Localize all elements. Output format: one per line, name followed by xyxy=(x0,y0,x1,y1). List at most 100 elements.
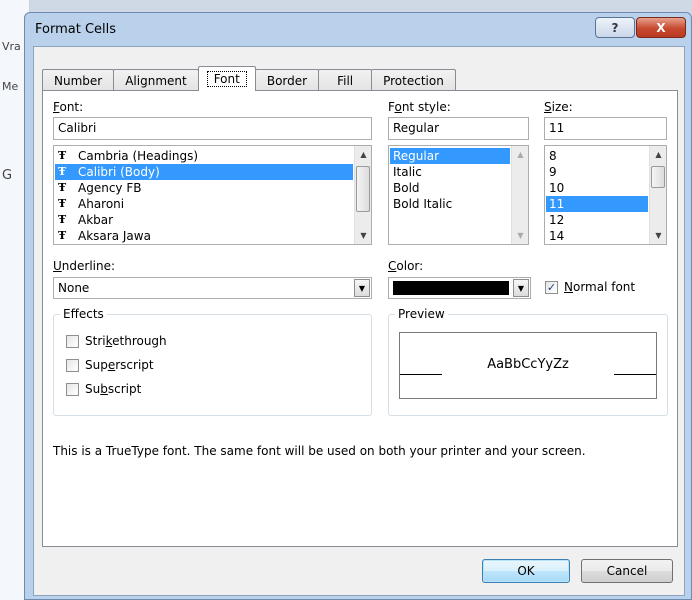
preview-baseline-left xyxy=(400,374,442,375)
tab-fill[interactable]: Fill xyxy=(318,69,373,91)
list-item-label: 11 xyxy=(549,197,565,211)
checkbox-icon[interactable] xyxy=(66,358,79,372)
underline-label: Underline: xyxy=(53,259,116,273)
underline-select[interactable]: None ▼ xyxy=(53,277,372,299)
truetype-icon: Ŧ xyxy=(58,181,67,194)
list-item-label: Calibri (Body) xyxy=(78,165,160,179)
tab-protection[interactable]: Protection xyxy=(371,69,456,91)
dialog-title: Format Cells xyxy=(35,22,117,37)
tab-alignment[interactable]: Alignment xyxy=(113,69,199,91)
size-label: Size: xyxy=(544,100,573,114)
checkbox-icon[interactable] xyxy=(66,382,79,396)
list-item[interactable]: Italic xyxy=(390,164,510,180)
tab-border[interactable]: Border xyxy=(254,69,320,91)
scroll-thumb[interactable] xyxy=(651,166,665,188)
font-tab-panel: Font: Calibri Ŧ Cambria (Headings) Ŧ Calibr… xyxy=(42,90,678,547)
font-style-scrollbar[interactable]: ▲ ▼ xyxy=(511,146,528,244)
list-item[interactable]: Regular xyxy=(390,148,510,164)
list-item[interactable]: 8 xyxy=(546,148,648,164)
list-item[interactable]: Ŧ Agency FB xyxy=(55,180,353,196)
font-label: Font: xyxy=(53,100,84,114)
tab-label: Font xyxy=(206,71,247,87)
subscript-checkbox[interactable]: Subscript xyxy=(66,382,141,396)
superscript-label: Superscript xyxy=(85,358,154,372)
checkbox-icon[interactable] xyxy=(66,334,79,348)
list-item[interactable]: Ŧ Aksara Jawa xyxy=(55,228,353,244)
chevron-down-icon[interactable]: ▼ xyxy=(354,279,370,297)
help-button[interactable]: ? xyxy=(595,17,635,38)
scroll-up-icon[interactable]: ▲ xyxy=(355,146,371,163)
color-label: Color: xyxy=(388,259,424,273)
list-item-label: 14 xyxy=(549,229,565,243)
cancel-button[interactable]: Cancel xyxy=(581,559,673,583)
effects-title: Effects xyxy=(60,307,107,321)
ok-button[interactable]: OK xyxy=(482,559,570,583)
scroll-up-icon[interactable]: ▲ xyxy=(650,146,666,163)
list-item-label: Akbar xyxy=(78,213,114,227)
preview-box: AaBbCcYyZz xyxy=(399,332,657,399)
tab-label: Border xyxy=(266,73,308,88)
background-fragment: Vra xyxy=(2,40,21,53)
list-item[interactable]: 9 xyxy=(546,164,648,180)
background-fragment: Me xyxy=(2,80,19,93)
scroll-up-icon[interactable]: ▲ xyxy=(512,146,528,163)
list-item[interactable]: 12 xyxy=(546,212,648,228)
tab-label: Protection xyxy=(383,73,444,88)
list-item[interactable]: Ŧ Aharoni xyxy=(55,196,353,212)
scroll-thumb[interactable] xyxy=(356,166,370,212)
scroll-down-icon[interactable]: ▼ xyxy=(355,227,371,244)
list-item[interactable]: Ŧ Akbar xyxy=(55,212,353,228)
tab-number[interactable]: Number xyxy=(42,69,115,91)
list-item[interactable]: 10 xyxy=(546,180,648,196)
normal-font-label: Normal font xyxy=(564,280,636,294)
list-item[interactable]: Ŧ Calibri (Body) xyxy=(55,164,353,180)
truetype-icon: Ŧ xyxy=(58,213,67,226)
superscript-checkbox[interactable]: Superscript xyxy=(66,358,154,372)
scroll-down-icon[interactable]: ▼ xyxy=(512,227,528,244)
font-list[interactable]: Ŧ Cambria (Headings) Ŧ Calibri (Body) Ŧ Agenc… xyxy=(53,145,372,245)
size-list[interactable]: 8 9 10 11 12 14 ▲ ▼ xyxy=(544,145,667,245)
list-item-label: 12 xyxy=(549,213,565,227)
scroll-down-icon[interactable]: ▼ xyxy=(650,227,666,244)
font-style-list[interactable]: Regular Italic Bold Bold Italic ▲ ▼ xyxy=(388,145,529,245)
list-item-label: Aharoni xyxy=(78,197,125,211)
truetype-icon: Ŧ xyxy=(58,229,67,242)
tab-label: Fill xyxy=(337,73,354,88)
list-item[interactable]: Bold Italic xyxy=(390,196,510,212)
size-list-scrollbar[interactable]: ▲ ▼ xyxy=(649,146,666,244)
color-picker[interactable]: ▼ xyxy=(388,277,531,299)
title-bar[interactable]: Format Cells ? X xyxy=(25,13,691,47)
list-item-label: 10 xyxy=(549,181,565,195)
close-icon: X xyxy=(656,20,666,35)
size-input[interactable]: 11 xyxy=(544,117,667,140)
checkbox-icon[interactable]: ✓ xyxy=(545,280,558,294)
font-list-scrollbar[interactable]: ▲ ▼ xyxy=(354,146,371,244)
font-style-input[interactable]: Regular xyxy=(388,117,529,140)
list-item-label: Agency FB xyxy=(78,181,142,195)
strikethrough-label: Strikethrough xyxy=(85,334,167,348)
close-button[interactable]: X xyxy=(636,17,686,38)
tab-strip: Number Alignment Font Border Fill Protec… xyxy=(42,66,456,91)
normal-font-checkbox[interactable]: ✓ Normal font xyxy=(545,280,635,294)
tab-label: Number xyxy=(54,73,103,88)
tab-font[interactable]: Font xyxy=(197,66,256,91)
list-item-label: Bold Italic xyxy=(393,197,453,211)
list-item[interactable]: Bold xyxy=(390,180,510,196)
list-item-label: Bold xyxy=(393,181,420,195)
dialog-client-area: Number Alignment Font Border Fill Protec… xyxy=(33,46,685,596)
color-swatch xyxy=(393,281,509,295)
list-item[interactable]: Ŧ Cambria (Headings) xyxy=(55,148,353,164)
tab-label: Alignment xyxy=(125,73,187,88)
list-item[interactable]: 11 xyxy=(546,196,648,212)
chevron-down-icon[interactable]: ▼ xyxy=(513,279,529,297)
list-item-label: Cambria (Headings) xyxy=(78,149,199,163)
list-item-label: 9 xyxy=(549,165,557,179)
list-item-label: Aksara Jawa xyxy=(78,229,151,243)
list-item[interactable]: 14 xyxy=(546,228,648,244)
truetype-icon: Ŧ xyxy=(58,197,67,210)
font-name-input[interactable]: Calibri xyxy=(53,117,372,140)
help-icon: ? xyxy=(611,20,619,35)
strikethrough-checkbox[interactable]: Strikethrough xyxy=(66,334,167,348)
preview-baseline-right xyxy=(614,374,656,375)
background-fragment: G xyxy=(2,168,13,183)
